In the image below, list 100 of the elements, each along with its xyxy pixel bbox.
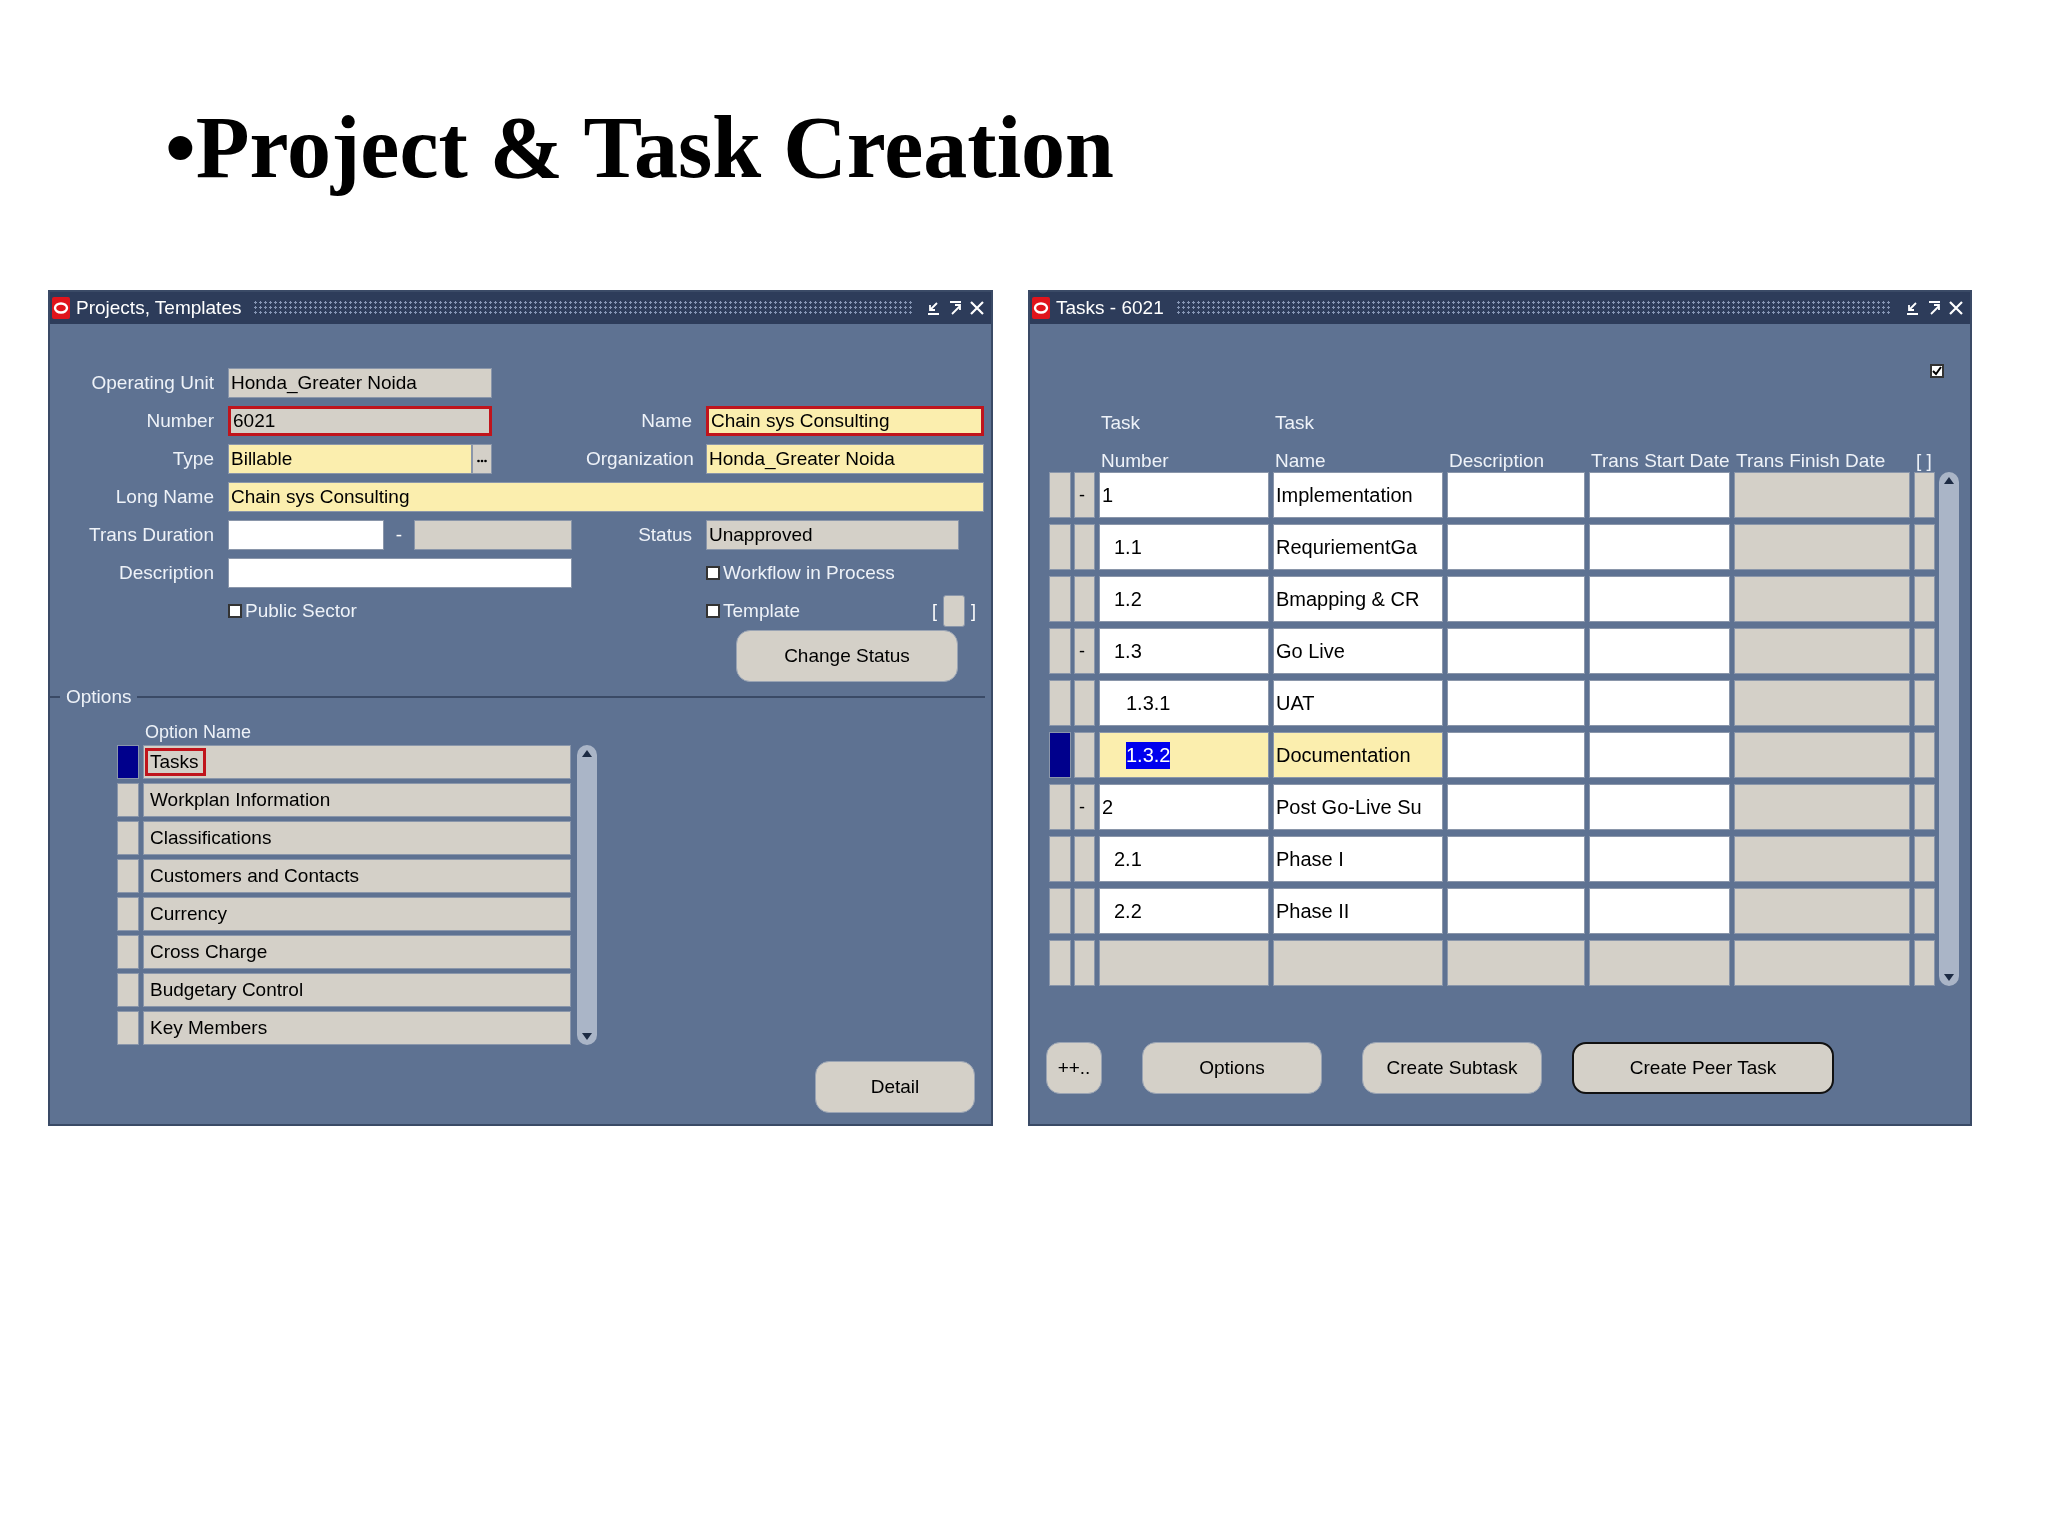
row-marker[interactable] bbox=[117, 859, 139, 893]
row-marker[interactable] bbox=[1049, 784, 1071, 830]
list-of-values-button[interactable] bbox=[472, 444, 492, 474]
table-cell[interactable] bbox=[1734, 732, 1910, 778]
action-button[interactable]: Options bbox=[1142, 1042, 1322, 1094]
table-cell[interactable] bbox=[1589, 576, 1730, 622]
table-cell[interactable]: Bmapping & CR bbox=[1273, 576, 1443, 622]
table-cell[interactable]: Phase I bbox=[1273, 836, 1443, 882]
tree-toggle[interactable]: - bbox=[1074, 628, 1095, 674]
table-cell[interactable] bbox=[1589, 680, 1730, 726]
row-marker[interactable] bbox=[1049, 940, 1071, 986]
minimize-icon[interactable] bbox=[1904, 300, 1920, 316]
row-marker[interactable] bbox=[117, 973, 139, 1007]
input-field[interactable]: Honda_Greater Noida bbox=[228, 368, 492, 398]
checkbox[interactable] bbox=[706, 604, 720, 618]
table-cell[interactable]: Documentation bbox=[1273, 732, 1443, 778]
detail-button[interactable]: Detail bbox=[815, 1061, 975, 1113]
table-cell[interactable] bbox=[1589, 628, 1730, 674]
table-cell[interactable]: Phase II bbox=[1273, 888, 1443, 934]
table-cell[interactable]: 1.2 bbox=[1099, 576, 1269, 622]
table-cell[interactable] bbox=[1589, 784, 1730, 830]
tree-toggle[interactable] bbox=[1074, 576, 1095, 622]
table-cell[interactable] bbox=[1734, 576, 1910, 622]
table-cell[interactable] bbox=[1447, 888, 1585, 934]
table-cell[interactable] bbox=[1734, 524, 1910, 570]
table-cell[interactable] bbox=[1447, 680, 1585, 726]
title-bar-grip[interactable] bbox=[1175, 300, 1892, 316]
table-cell[interactable] bbox=[1914, 836, 1935, 882]
table-cell[interactable]: UAT bbox=[1273, 680, 1443, 726]
table-cell[interactable] bbox=[1447, 732, 1585, 778]
table-cell[interactable] bbox=[1589, 888, 1730, 934]
tree-toggle[interactable] bbox=[1074, 836, 1095, 882]
input-field[interactable]: 6021 bbox=[228, 406, 492, 436]
table-cell[interactable] bbox=[1914, 576, 1935, 622]
table-cell[interactable] bbox=[1734, 888, 1910, 934]
table-cell[interactable]: 1.3.1 bbox=[1099, 680, 1269, 726]
table-cell[interactable]: 2 bbox=[1099, 784, 1269, 830]
checkbox[interactable] bbox=[228, 604, 242, 618]
close-icon[interactable] bbox=[1948, 300, 1964, 316]
table-cell[interactable] bbox=[1447, 576, 1585, 622]
option-item[interactable]: Customers and Contacts bbox=[143, 859, 571, 893]
row-marker[interactable] bbox=[1049, 524, 1071, 570]
table-cell[interactable] bbox=[1914, 472, 1935, 518]
close-icon[interactable] bbox=[969, 300, 985, 316]
table-cell[interactable] bbox=[1734, 940, 1910, 986]
row-marker[interactable] bbox=[1049, 732, 1071, 778]
checkbox[interactable] bbox=[1930, 364, 1944, 378]
row-marker[interactable] bbox=[117, 783, 139, 817]
input-field[interactable]: Chain sys Consulting bbox=[228, 482, 984, 512]
tree-toggle[interactable]: - bbox=[1074, 472, 1095, 518]
table-cell[interactable]: 2.1 bbox=[1099, 836, 1269, 882]
row-marker[interactable] bbox=[117, 897, 139, 931]
scrollbar[interactable] bbox=[577, 745, 597, 1045]
option-item[interactable]: Tasks bbox=[143, 745, 571, 779]
scroll-down-icon[interactable] bbox=[581, 1032, 593, 1042]
maximize-icon[interactable] bbox=[947, 300, 963, 316]
table-cell[interactable]: 1 bbox=[1099, 472, 1269, 518]
row-marker[interactable] bbox=[117, 935, 139, 969]
input-field[interactable] bbox=[414, 520, 572, 550]
table-cell[interactable]: Implementation bbox=[1273, 472, 1443, 518]
table-cell[interactable] bbox=[1447, 524, 1585, 570]
table-cell[interactable] bbox=[1447, 628, 1585, 674]
table-cell[interactable]: Go Live bbox=[1273, 628, 1443, 674]
context-field[interactable] bbox=[943, 595, 965, 627]
row-marker[interactable] bbox=[1049, 888, 1071, 934]
input-field[interactable]: Billable bbox=[228, 444, 472, 474]
table-cell[interactable] bbox=[1914, 888, 1935, 934]
table-cell[interactable] bbox=[1589, 836, 1730, 882]
table-cell[interactable]: RequriementGa bbox=[1273, 524, 1443, 570]
table-cell[interactable] bbox=[1914, 940, 1935, 986]
table-cell[interactable] bbox=[1914, 784, 1935, 830]
table-cell[interactable] bbox=[1734, 628, 1910, 674]
table-cell[interactable] bbox=[1914, 524, 1935, 570]
tree-toggle[interactable] bbox=[1074, 524, 1095, 570]
table-cell[interactable] bbox=[1589, 524, 1730, 570]
input-field[interactable]: Chain sys Consulting bbox=[706, 406, 984, 436]
table-cell[interactable] bbox=[1914, 680, 1935, 726]
row-marker[interactable] bbox=[117, 1011, 139, 1045]
option-item[interactable]: Key Members bbox=[143, 1011, 571, 1045]
maximize-icon[interactable] bbox=[1926, 300, 1942, 316]
input-field[interactable]: Unapproved bbox=[706, 520, 959, 550]
table-cell[interactable] bbox=[1734, 784, 1910, 830]
input-field[interactable]: Honda_Greater Noida bbox=[706, 444, 984, 474]
row-marker[interactable] bbox=[1049, 680, 1071, 726]
tree-toggle[interactable] bbox=[1074, 732, 1095, 778]
checkbox[interactable] bbox=[706, 566, 720, 580]
table-cell[interactable] bbox=[1447, 472, 1585, 518]
row-marker[interactable] bbox=[117, 745, 139, 779]
row-marker[interactable] bbox=[117, 821, 139, 855]
input-field[interactable] bbox=[228, 520, 384, 550]
scroll-up-icon[interactable] bbox=[1943, 475, 1955, 485]
table-cell[interactable] bbox=[1447, 836, 1585, 882]
table-cell[interactable] bbox=[1734, 472, 1910, 518]
table-cell[interactable]: 1.3 bbox=[1099, 628, 1269, 674]
table-cell[interactable]: 1.3.2 bbox=[1099, 732, 1269, 778]
table-cell[interactable] bbox=[1074, 940, 1095, 986]
input-field[interactable] bbox=[228, 558, 572, 588]
row-marker[interactable] bbox=[1049, 576, 1071, 622]
tree-toggle[interactable] bbox=[1074, 888, 1095, 934]
option-item[interactable]: Workplan Information bbox=[143, 783, 571, 817]
